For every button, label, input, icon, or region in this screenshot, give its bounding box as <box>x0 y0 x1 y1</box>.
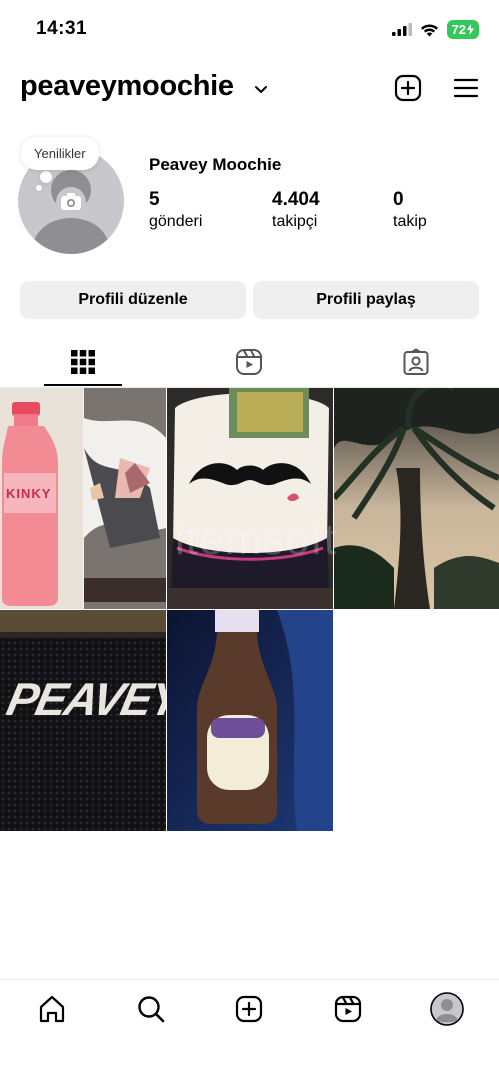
grid-icon <box>71 350 95 374</box>
active-tab-indicator <box>44 384 122 386</box>
bubble-tail <box>36 185 42 191</box>
display-name: Peavey Moochie <box>149 155 282 174</box>
camera-icon[interactable] <box>56 187 86 222</box>
tagged-icon <box>403 348 429 375</box>
posts-count[interactable]: 5 <box>149 189 160 211</box>
battery-indicator: 72 <box>446 20 479 39</box>
bottle-label: KINKY <box>6 486 52 501</box>
profile-username[interactable]: peaveymoochie <box>20 70 234 103</box>
bubble-tail <box>40 171 52 183</box>
signal-icon <box>391 23 412 36</box>
edit-profile-button[interactable]: Profili düzenle <box>20 281 246 319</box>
create-icon <box>235 995 263 1023</box>
post-thumbnail[interactable]: KINKY <box>0 388 166 609</box>
battery-level: 72 <box>451 22 466 37</box>
post-thumbnail[interactable] <box>167 610 333 831</box>
nav-divider <box>0 979 499 980</box>
nav-reels[interactable] <box>330 991 366 1027</box>
create-post-icon[interactable] <box>392 72 424 104</box>
amp-logo: PEAVEY <box>2 673 166 725</box>
followers-label[interactable]: takipçi <box>272 213 317 231</box>
status-icons: 72 <box>391 20 479 39</box>
charging-bolt-icon <box>467 24 474 35</box>
nav-home[interactable] <box>34 991 70 1027</box>
reels-icon <box>236 349 262 375</box>
post-thumbnail[interactable]: PEAVEY <box>0 610 166 831</box>
chevron-down-icon[interactable] <box>254 82 268 100</box>
tab-posts[interactable] <box>53 346 113 378</box>
nav-profile[interactable] <box>429 991 465 1027</box>
post-thumbnail[interactable] <box>167 388 333 609</box>
post-thumbnail[interactable] <box>334 388 499 609</box>
following-label[interactable]: takip <box>393 213 427 231</box>
followers-count[interactable]: 4.404 <box>272 189 320 211</box>
share-profile-button[interactable]: Profili paylaş <box>253 281 479 319</box>
tab-tagged[interactable] <box>386 346 446 378</box>
watermark: itemsoft <box>175 515 338 564</box>
status-time: 14:31 <box>36 18 88 39</box>
search-icon <box>138 996 165 1023</box>
wifi-icon <box>420 23 438 36</box>
nav-create[interactable] <box>231 991 267 1027</box>
notes-bubble[interactable]: Yenilikler <box>21 137 99 170</box>
reels-icon <box>334 995 362 1023</box>
following-count[interactable]: 0 <box>393 189 404 211</box>
menu-icon[interactable] <box>450 72 482 104</box>
profile-icon <box>430 992 464 1026</box>
posts-label[interactable]: gönderi <box>149 213 202 231</box>
nav-search[interactable] <box>133 991 169 1027</box>
home-icon <box>39 995 65 1023</box>
tab-reels[interactable] <box>219 346 279 378</box>
